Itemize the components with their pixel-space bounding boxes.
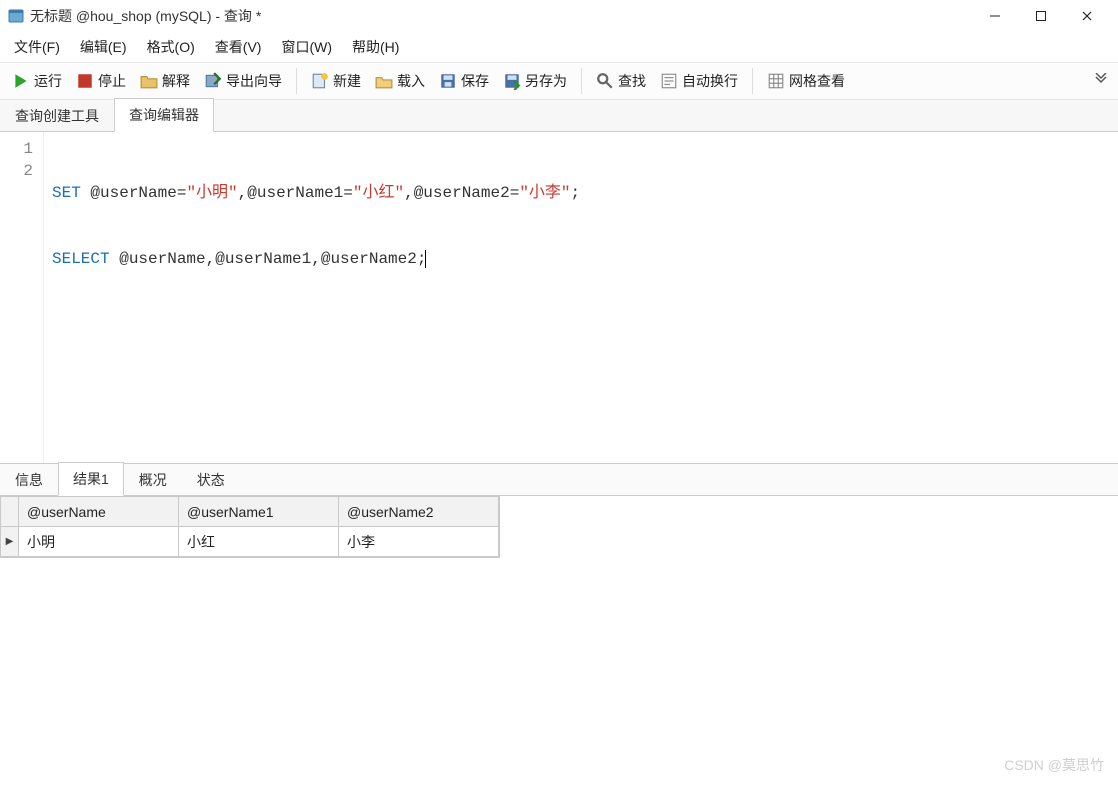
save-icon — [439, 72, 457, 90]
wrap-icon — [660, 72, 678, 90]
result-grid[interactable]: @userName @userName1 @userName2 ▶ 小明 小红 … — [0, 496, 500, 558]
tab-info[interactable]: 信息 — [0, 463, 58, 496]
menu-window[interactable]: 窗口(W) — [273, 33, 340, 61]
find-label: 查找 — [618, 71, 646, 91]
grid-cell[interactable]: 小红 — [179, 527, 339, 557]
sql-string: "小李" — [519, 184, 570, 202]
find-button[interactable]: 查找 — [590, 68, 652, 94]
sql-text: @userName= — [81, 184, 187, 202]
play-icon — [12, 72, 30, 90]
tab-profile[interactable]: 概况 — [124, 463, 182, 496]
menu-file[interactable]: 文件(F) — [6, 33, 68, 61]
wrap-button[interactable]: 自动换行 — [654, 68, 744, 94]
toolbar-overflow[interactable] — [1090, 69, 1112, 94]
export-icon — [204, 72, 222, 90]
watermark: CSDN @莫思竹 — [1004, 755, 1104, 775]
grid-view-button[interactable]: 网格查看 — [761, 68, 851, 94]
column-header[interactable]: @userName2 — [339, 497, 499, 527]
folder-open-icon — [375, 72, 393, 90]
menu-help[interactable]: 帮助(H) — [344, 33, 407, 61]
explain-label: 解释 — [162, 71, 190, 91]
column-header[interactable]: @userName — [19, 497, 179, 527]
menu-bar: 文件(F) 编辑(E) 格式(O) 查看(V) 窗口(W) 帮助(H) — [0, 32, 1118, 62]
minimize-button[interactable] — [972, 1, 1018, 31]
title-bar: 无标题 @hou_shop (mySQL) - 查询 * — [0, 0, 1118, 32]
save-button[interactable]: 保存 — [433, 68, 495, 94]
line-gutter: 1 2 — [0, 132, 44, 463]
load-label: 载入 — [397, 71, 425, 91]
table-row[interactable]: ▶ 小明 小红 小李 — [1, 527, 499, 557]
grid-cell[interactable]: 小明 — [19, 527, 179, 557]
save-as-button[interactable]: 另存为 — [497, 68, 573, 94]
save-as-icon — [503, 72, 521, 90]
tab-result1[interactable]: 结果1 — [58, 462, 124, 496]
line-number: 1 — [0, 138, 33, 160]
run-button[interactable]: 运行 — [6, 68, 68, 94]
save-label: 保存 — [461, 71, 489, 91]
results-panel: @userName @userName1 @userName2 ▶ 小明 小红 … — [0, 496, 1118, 746]
results-tabbar: 信息 结果1 概况 状态 — [0, 464, 1118, 496]
menu-view[interactable]: 查看(V) — [207, 33, 270, 61]
sql-text: @userName,@userName1,@userName2; — [110, 250, 427, 268]
column-header[interactable]: @userName1 — [179, 497, 339, 527]
row-marker: ▶ — [1, 527, 19, 557]
sql-keyword: SET — [52, 184, 81, 202]
toolbar-separator — [752, 68, 753, 94]
load-button[interactable]: 载入 — [369, 68, 431, 94]
export-label: 导出向导 — [226, 71, 282, 91]
sql-editor[interactable]: 1 2 SET @userName="小明",@userName1="小红",@… — [0, 132, 1118, 464]
toolbar-separator — [581, 68, 582, 94]
sql-string: "小明" — [186, 184, 237, 202]
app-icon — [8, 8, 24, 24]
sql-string: "小红" — [353, 184, 404, 202]
stop-icon — [76, 72, 94, 90]
maximize-button[interactable] — [1018, 1, 1064, 31]
sql-text: ; — [571, 184, 581, 202]
explain-button[interactable]: 解释 — [134, 68, 196, 94]
tab-query-builder[interactable]: 查询创建工具 — [0, 99, 114, 132]
wrap-label: 自动换行 — [682, 71, 738, 91]
folder-explain-icon — [140, 72, 158, 90]
stop-label: 停止 — [98, 71, 126, 91]
tab-query-editor[interactable]: 查询编辑器 — [114, 98, 214, 132]
line-number: 2 — [0, 160, 33, 182]
grid-cell[interactable]: 小李 — [339, 527, 499, 557]
text-caret — [425, 250, 426, 268]
code-area[interactable]: SET @userName="小明",@userName1="小红",@user… — [44, 132, 1118, 463]
menu-edit[interactable]: 编辑(E) — [72, 33, 135, 61]
new-label: 新建 — [333, 71, 361, 91]
menu-format[interactable]: 格式(O) — [139, 33, 203, 61]
editor-tabbar: 查询创建工具 查询编辑器 — [0, 100, 1118, 132]
export-wizard-button[interactable]: 导出向导 — [198, 68, 288, 94]
tab-status[interactable]: 状态 — [182, 463, 240, 496]
new-icon — [311, 72, 329, 90]
search-icon — [596, 72, 614, 90]
sql-text: ,@userName2= — [404, 184, 519, 202]
window-title: 无标题 @hou_shop (mySQL) - 查询 * — [30, 6, 972, 26]
run-label: 运行 — [34, 71, 62, 91]
stop-button[interactable]: 停止 — [70, 68, 132, 94]
grid-icon — [767, 72, 785, 90]
toolbar: 运行 停止 解释 导出向导 新建 载入 保存 另存为 查找 自动换行 网格查看 — [0, 62, 1118, 100]
save-as-label: 另存为 — [525, 71, 567, 91]
grid-view-label: 网格查看 — [789, 71, 845, 91]
close-button[interactable] — [1064, 1, 1110, 31]
sql-text: ,@userName1= — [238, 184, 353, 202]
sql-keyword: SELECT — [52, 250, 110, 268]
grid-header-row: @userName @userName1 @userName2 — [1, 497, 499, 527]
new-button[interactable]: 新建 — [305, 68, 367, 94]
window-controls — [972, 1, 1110, 31]
grid-corner — [1, 497, 19, 527]
toolbar-separator — [296, 68, 297, 94]
